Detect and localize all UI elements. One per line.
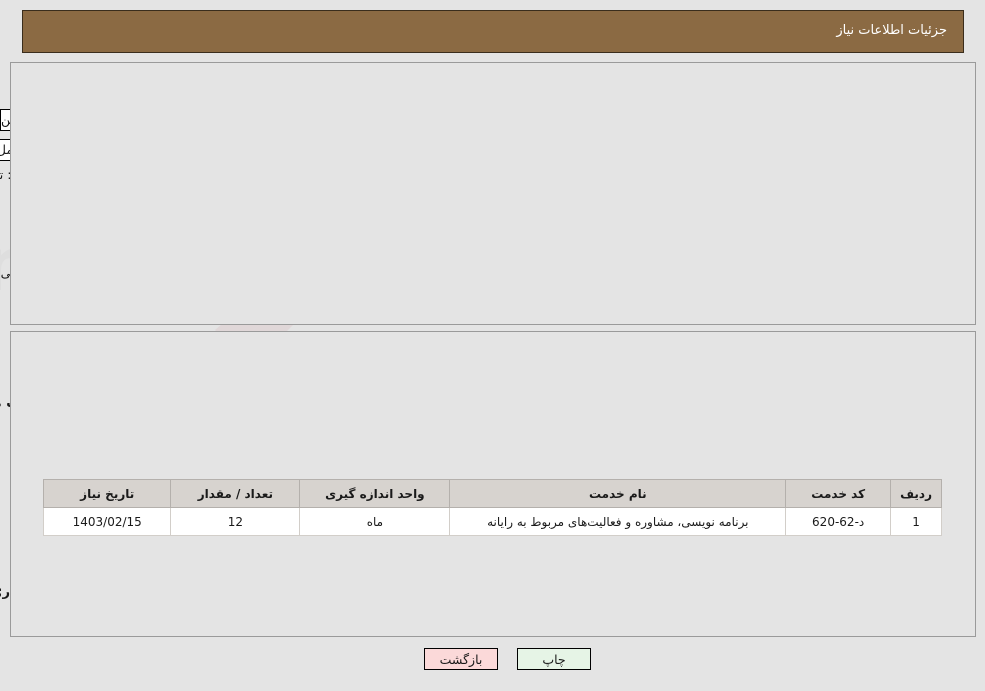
table-row: 1 د-62-620 برنامه نویسی، مشاوره و فعالیت… <box>42 507 942 536</box>
services-table: ردیف کد خدمت نام خدمت واحد اندازه گیری ت… <box>42 479 942 536</box>
cell-service-name: برنامه نویسی، مشاوره و فعالیت‌های مربوط … <box>449 507 787 536</box>
print-button[interactable]: چاپ <box>517 648 591 670</box>
col-row-no: ردیف <box>890 479 942 508</box>
cell-row-no: 1 <box>890 507 942 536</box>
cell-need-date: 1403/02/15 <box>42 507 172 536</box>
col-quantity: تعداد / مقدار <box>170 479 301 508</box>
col-need-date: تاریخ نیاز <box>42 479 172 508</box>
col-service-name: نام خدمت <box>449 479 787 508</box>
cell-quantity: 12 <box>170 507 301 536</box>
page-header-bar: جزئیات اطلاعات نیاز <box>22 10 964 53</box>
col-service-code: کد خدمت <box>785 479 892 508</box>
cell-service-code: د-62-620 <box>785 507 892 536</box>
back-button[interactable]: بازگشت <box>424 648 498 670</box>
col-unit: واحد اندازه گیری <box>299 479 451 508</box>
page-title: جزئیات اطلاعات نیاز <box>836 23 947 38</box>
table-header-row: ردیف کد خدمت نام خدمت واحد اندازه گیری ت… <box>42 479 942 508</box>
need-info-panel <box>10 62 976 325</box>
cell-unit: ماه <box>299 507 451 536</box>
